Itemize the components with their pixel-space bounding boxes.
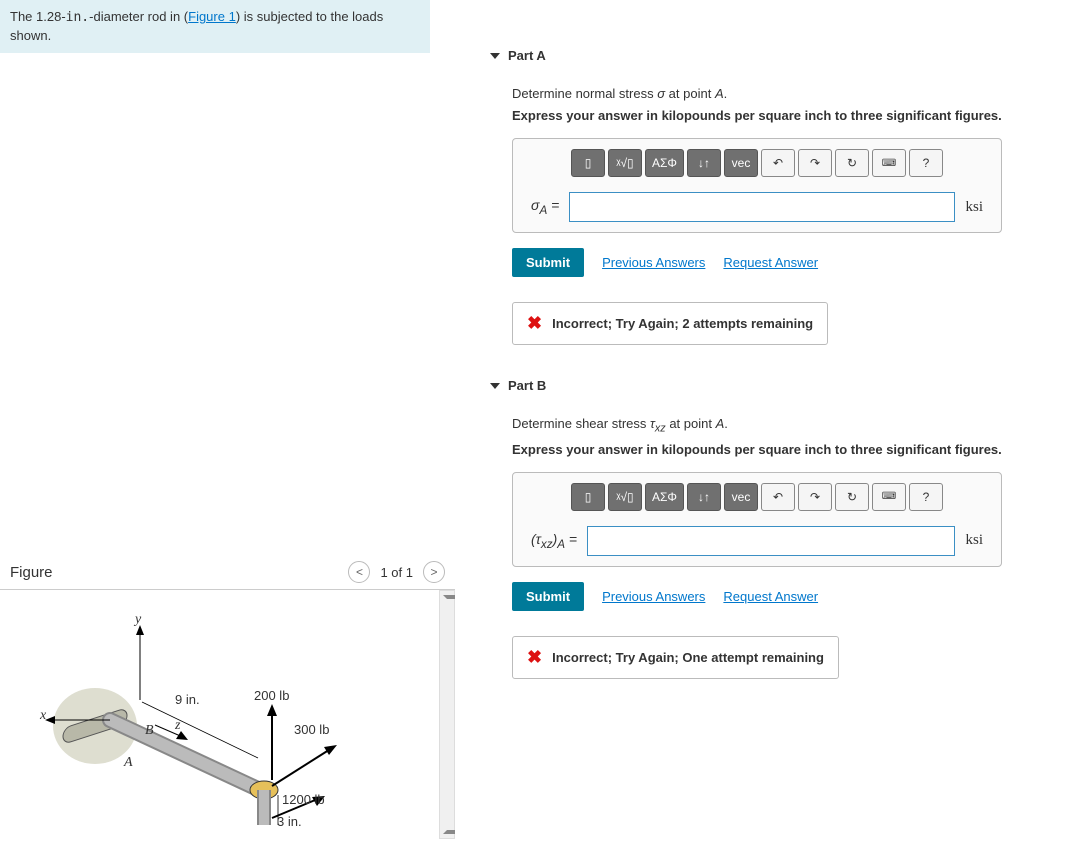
axis-y-label: y [135, 612, 141, 628]
part-a-instruction: Express your answer in kilopounds per sq… [490, 106, 1080, 138]
caret-down-icon [490, 383, 500, 389]
keyboard-button[interactable]: ⌨ [872, 483, 906, 511]
reset-button[interactable]: ↻ [835, 483, 869, 511]
greek-button[interactable]: ΑΣΦ [645, 483, 684, 511]
feedback-a: ✖ Incorrect; Try Again; 2 attempts remai… [512, 302, 828, 345]
undo-button[interactable]: ↶ [761, 483, 795, 511]
equation-toolbar-b: ▯ ᵡ√▯ ΑΣΦ ↓↑ vec ↶ ↷ ↻ ⌨ ? [523, 483, 991, 511]
feedback-b: ✖ Incorrect; Try Again; One attempt rema… [512, 636, 839, 679]
part-a-answer-box: ▯ ᵡ√▯ ΑΣΦ ↓↑ vec ↶ ↷ ↻ ⌨ ? σA = ksi [512, 138, 1002, 233]
problem-statement: The 1.28-in.-diameter rod in (Figure 1) … [0, 0, 430, 53]
greek-button[interactable]: ΑΣΦ [645, 149, 684, 177]
part-b-description: Determine shear stress τxz at point A. [490, 401, 1080, 440]
caret-down-icon [490, 53, 500, 59]
figure-title: Figure [10, 564, 53, 581]
previous-answers-a[interactable]: Previous Answers [602, 255, 705, 270]
templates-button[interactable]: ▯ [571, 483, 605, 511]
figure-prev-button[interactable]: < [348, 561, 370, 583]
part-a-title: Part A [508, 48, 546, 63]
answer-input-a[interactable] [569, 192, 955, 222]
previous-answers-b[interactable]: Previous Answers [602, 589, 705, 604]
redo-button[interactable]: ↷ [798, 149, 832, 177]
scripts-button[interactable]: ↓↑ [687, 149, 721, 177]
unit-b: ksi [965, 532, 983, 549]
axis-z-label: z [175, 718, 180, 734]
part-a-header[interactable]: Part A [490, 40, 1080, 71]
axis-x-label: x [40, 708, 46, 724]
reset-button[interactable]: ↻ [835, 149, 869, 177]
problem-text: The 1.28-in.-diameter rod in (Figure 1) … [10, 9, 383, 43]
vec-button[interactable]: vec [724, 149, 758, 177]
help-button[interactable]: ? [909, 149, 943, 177]
templates-button[interactable]: ▯ [571, 149, 605, 177]
figure-panel: Figure < 1 of 1 > [0, 555, 455, 839]
equation-toolbar-a: ▯ ᵡ√▯ ΑΣΦ ↓↑ vec ↶ ↷ ↻ ⌨ ? [523, 149, 991, 177]
vec-button[interactable]: vec [724, 483, 758, 511]
figure-body: y x z B A 9 in. 3 in. 200 lb 300 lb 1200… [0, 589, 455, 839]
sqrt-button[interactable]: ᵡ√▯ [608, 149, 642, 177]
rod-diagram: y x z B A 9 in. 3 in. 200 lb 300 lb 1200… [40, 600, 400, 830]
redo-button[interactable]: ↷ [798, 483, 832, 511]
dim-9in: 9 in. [175, 692, 200, 707]
figure-link[interactable]: Figure 1 [188, 9, 236, 24]
part-a-description: Determine normal stress σ at point A. [490, 71, 1080, 106]
incorrect-icon: ✖ [527, 647, 542, 668]
undo-button[interactable]: ↶ [761, 149, 795, 177]
point-a-label: A [124, 755, 133, 771]
scripts-button[interactable]: ↓↑ [687, 483, 721, 511]
point-b-label: B [145, 723, 154, 739]
request-answer-b[interactable]: Request Answer [723, 589, 818, 604]
figure-scrollbar[interactable] [439, 590, 455, 839]
variable-label-a: σA = [531, 197, 559, 217]
figure-counter: 1 of 1 [380, 565, 413, 580]
request-answer-a[interactable]: Request Answer [723, 255, 818, 270]
part-b-header[interactable]: Part B [490, 370, 1080, 401]
keyboard-button[interactable]: ⌨ [872, 149, 906, 177]
answer-input-b[interactable] [587, 526, 955, 556]
force-300: 300 lb [294, 722, 329, 737]
figure-next-button[interactable]: > [423, 561, 445, 583]
force-200: 200 lb [254, 688, 289, 703]
sqrt-button[interactable]: ᵡ√▯ [608, 483, 642, 511]
part-b-instruction: Express your answer in kilopounds per sq… [490, 440, 1080, 472]
help-button[interactable]: ? [909, 483, 943, 511]
force-1200: 1200 lb [282, 792, 325, 807]
incorrect-icon: ✖ [527, 313, 542, 334]
submit-button-a[interactable]: Submit [512, 248, 584, 277]
part-b-answer-box: ▯ ᵡ√▯ ΑΣΦ ↓↑ vec ↶ ↷ ↻ ⌨ ? (τxz)A = ksi [512, 472, 1002, 567]
dim-3in: 3 in. [277, 814, 302, 829]
variable-label-b: (τxz)A = [531, 531, 577, 551]
part-b-title: Part B [508, 378, 546, 393]
submit-button-b[interactable]: Submit [512, 582, 584, 611]
unit-a: ksi [965, 199, 983, 216]
